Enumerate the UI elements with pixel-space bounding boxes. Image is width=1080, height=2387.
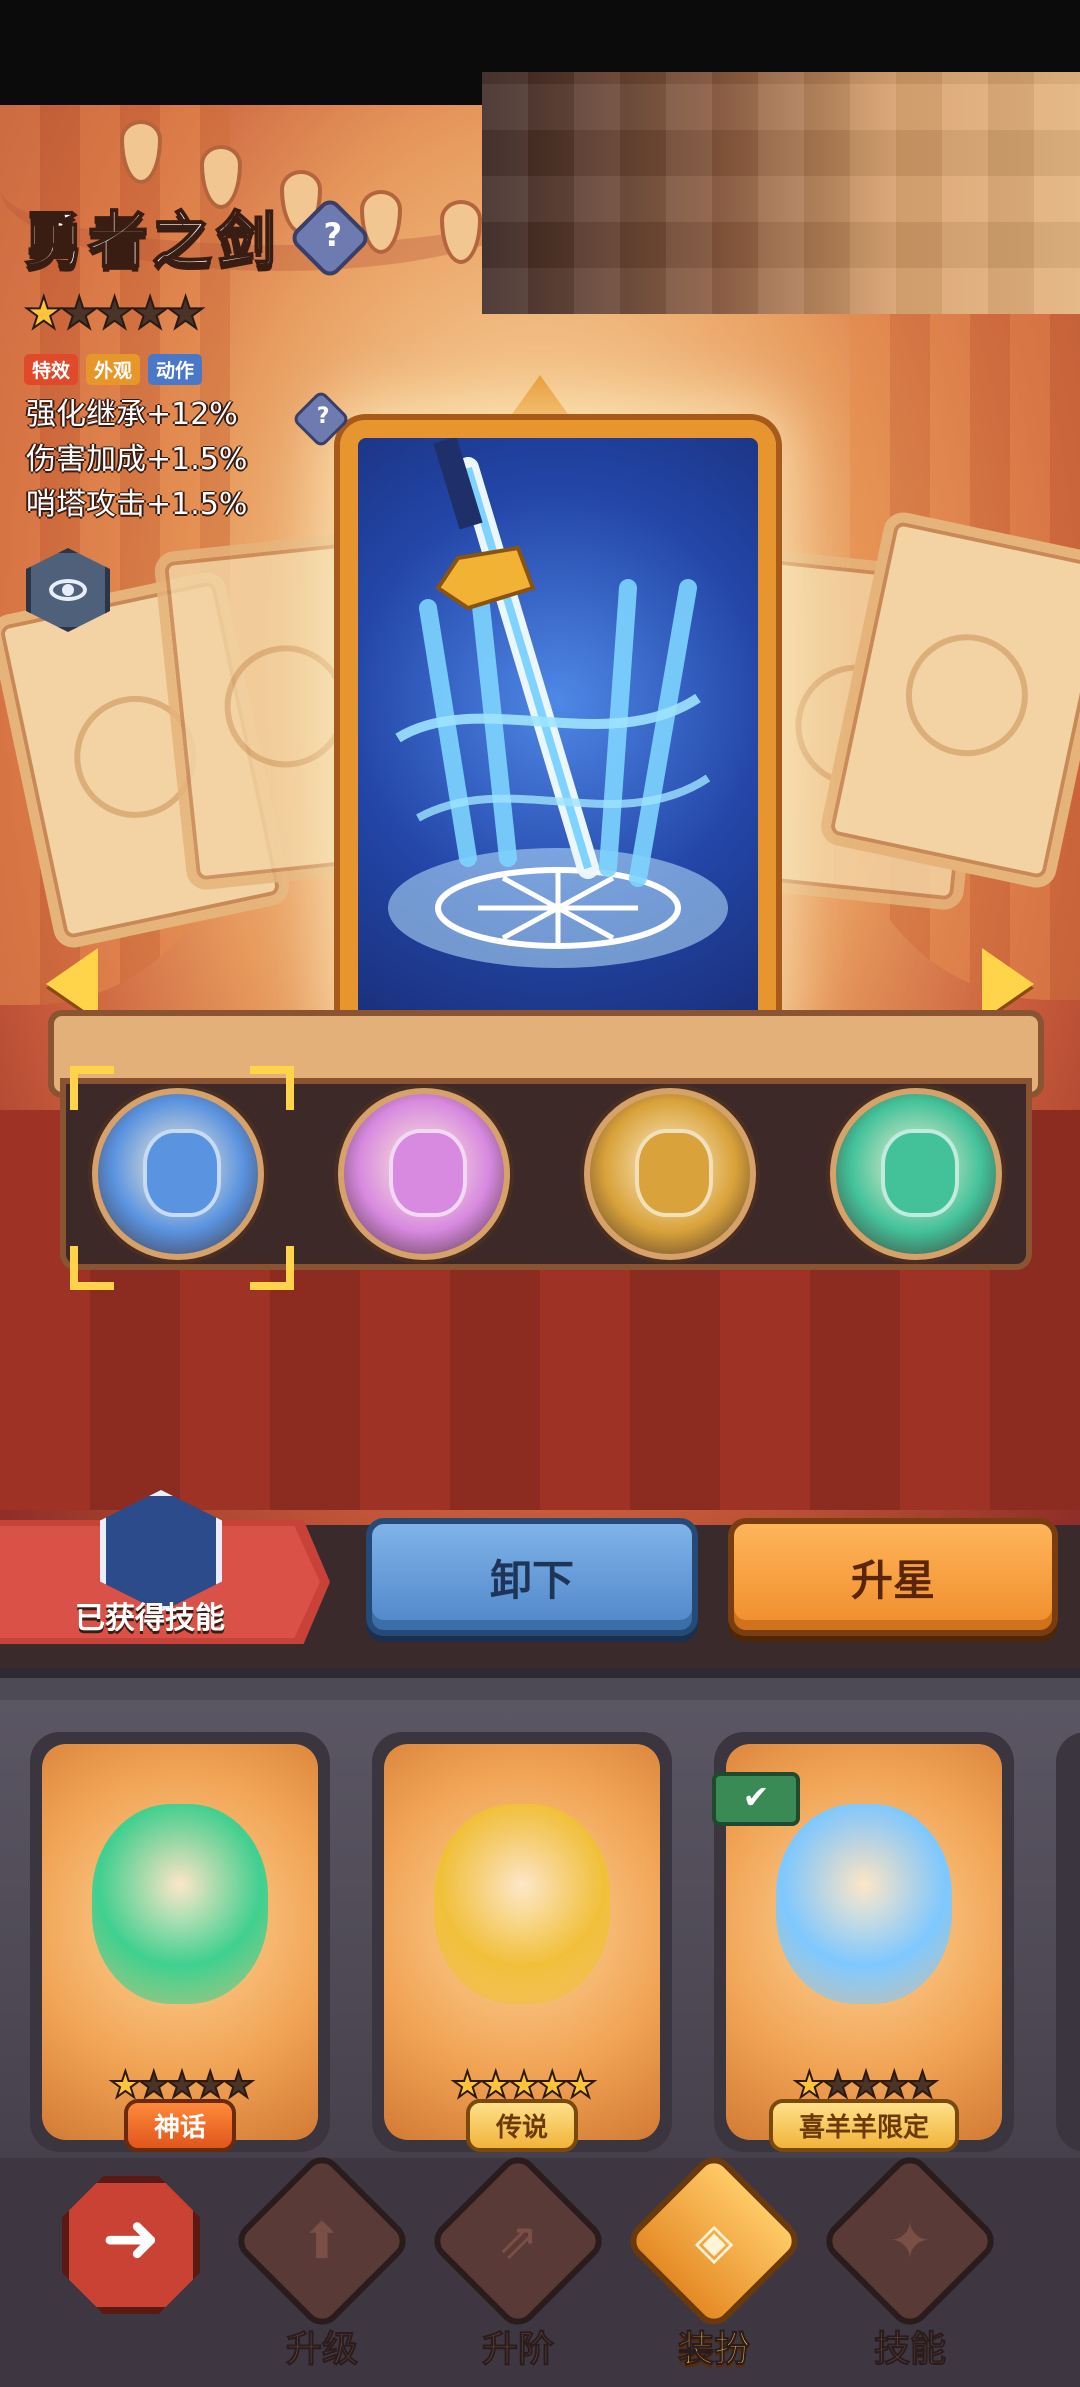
rating-star-icon: ★: [58, 288, 99, 339]
nav-tab-2[interactable]: ◈ 装扮: [622, 2149, 806, 2372]
hammer-skin-icon: [635, 1129, 713, 1217]
rarity-badge: 喜羊羊限定: [768, 2099, 960, 2152]
effect-tag: 外观: [86, 354, 141, 385]
pink-creature-skin-icon: [389, 1129, 467, 1217]
nav-label: 技能: [873, 2329, 946, 2371]
inventory-card-green-creature[interactable]: ★★★★★ 神话: [30, 1732, 330, 2152]
skin-slot-hammer-skin[interactable]: [584, 1088, 756, 1260]
nav-label: 装扮: [677, 2329, 750, 2371]
rating-star-icon: ★: [129, 288, 170, 339]
green-creature-skin-icon: [881, 1129, 959, 1217]
rarity-badge: 传说: [465, 2099, 579, 2152]
stat-value: +1.5%: [146, 442, 248, 477]
selection-corner: [70, 1246, 114, 1290]
nav-label: 升阶: [481, 2329, 554, 2371]
skin-slot-pink-creature-skin[interactable]: [338, 1088, 510, 1260]
featured-skin-card: [340, 420, 776, 1041]
item-title: 勇者之剑: [23, 205, 280, 277]
upgrade-arrow-icon: ⬆: [230, 2149, 414, 2333]
skin-slot-sword-skin[interactable]: [92, 1088, 264, 1260]
inventory-star-icon: ★: [563, 2065, 597, 2106]
rarity-badge: 神话: [123, 2099, 237, 2152]
effect-tag: 特效: [24, 354, 79, 385]
inventory-card-golden-hammer[interactable]: ★★★★★ 传说: [372, 1732, 672, 2152]
checkmark-icon: ✔: [712, 1772, 800, 1826]
pixelated-region: [482, 72, 1080, 314]
rating-star-icon: ★: [23, 288, 64, 339]
star-up-button[interactable]: 升星: [728, 1518, 1058, 1636]
selection-corner: [250, 1246, 294, 1290]
outfit-icon: ◈: [622, 2149, 806, 2333]
nav-label: 升级: [285, 2329, 358, 2371]
inventory-star-icon: ★: [221, 2065, 255, 2106]
sword-skin-icon: [143, 1129, 221, 1217]
item-tags: 特效 外观 动作: [24, 354, 203, 385]
stat-row: 哨塔攻击+1.5%: [26, 482, 247, 527]
stat-row: 伤害加成+1.5%: [26, 437, 247, 482]
sword-skin-art: [388, 438, 728, 968]
stat-name: 哨塔攻击: [26, 487, 146, 522]
skin-slot-green-creature-skin[interactable]: [830, 1088, 1002, 1260]
golden-hammer-icon: [434, 1804, 610, 2004]
rank-up-icon: ⇗: [426, 2149, 610, 2333]
stat-name: 强化继承: [26, 397, 146, 432]
stat-name: 伤害加成: [26, 442, 146, 477]
stat-value: +12%: [146, 397, 238, 432]
stat-value: +1.5%: [146, 487, 248, 522]
nav-tab-3[interactable]: ✦ 技能: [818, 2149, 1002, 2372]
effect-tag: 动作: [148, 354, 203, 385]
item-star-rating: ★★★★★: [23, 288, 206, 339]
rating-star-icon: ★: [94, 288, 135, 339]
unequip-button[interactable]: 卸下: [366, 1518, 698, 1636]
skill-icon: ✦: [818, 2149, 1002, 2333]
stat-row: 强化继承+12%: [26, 392, 247, 437]
inventory-card-partial[interactable]: [1056, 1732, 1080, 2152]
item-stats: 强化继承+12% 伤害加成+1.5% 哨塔攻击+1.5%: [26, 392, 247, 527]
green-creature-icon: [92, 1804, 268, 2004]
rating-star-icon: ★: [165, 288, 206, 339]
hero-sword-icon: [776, 1804, 952, 2004]
selection-corner: [250, 1066, 294, 1110]
skills-label[interactable]: 已获得技能: [0, 1593, 300, 1637]
selection-corner: [70, 1066, 114, 1110]
nav-tab-0[interactable]: ⬆ 升级: [230, 2149, 414, 2372]
nav-tab-1[interactable]: ⇗ 升阶: [426, 2149, 610, 2372]
